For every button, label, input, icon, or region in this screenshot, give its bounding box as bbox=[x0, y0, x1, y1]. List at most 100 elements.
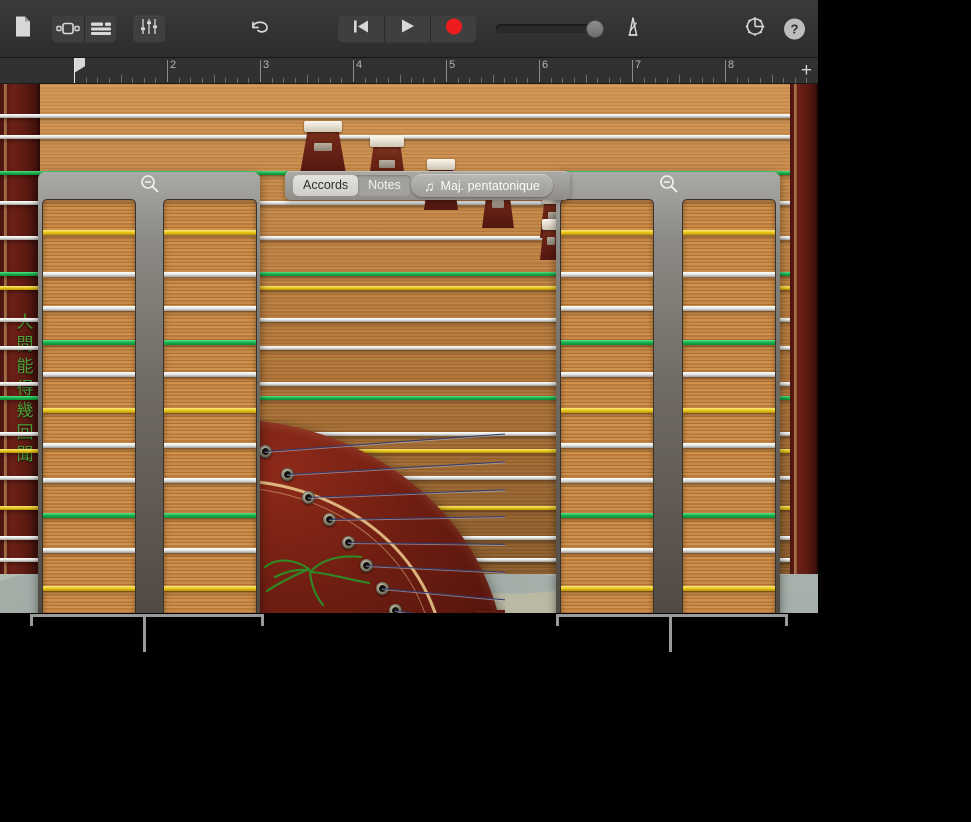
lane-string-3-plain[interactable] bbox=[561, 306, 653, 311]
lane-string-11-scale[interactable] bbox=[164, 586, 256, 591]
annotation-bracket-1 bbox=[30, 614, 264, 654]
segment-accords[interactable]: Accords bbox=[293, 175, 358, 196]
help-glyph: ? bbox=[791, 21, 799, 36]
zither-bridge-1 bbox=[300, 126, 346, 174]
lane-string-5-plain[interactable] bbox=[164, 372, 256, 377]
string-lane-4[interactable] bbox=[682, 199, 776, 613]
help-button[interactable]: ? bbox=[784, 18, 805, 39]
lane-string-3-plain[interactable] bbox=[43, 306, 135, 311]
lane-string-4-root[interactable] bbox=[43, 340, 135, 345]
lane-string-2-plain[interactable] bbox=[683, 272, 775, 277]
lane-string-7-plain[interactable] bbox=[43, 443, 135, 448]
playhead[interactable] bbox=[74, 58, 86, 84]
string-lane-3[interactable] bbox=[560, 199, 654, 613]
lane-string-6-scale[interactable] bbox=[561, 408, 653, 413]
double-eighth-note-icon: ♫ bbox=[424, 178, 435, 194]
mixer-button[interactable] bbox=[133, 15, 165, 42]
lane-string-9-root[interactable] bbox=[164, 513, 256, 518]
playhead-flag bbox=[74, 58, 85, 73]
calligraphy-char: 幾 bbox=[17, 400, 34, 422]
metronome-button[interactable] bbox=[622, 15, 644, 42]
tracks-view-icon[interactable] bbox=[52, 15, 84, 42]
lane-string-9-root[interactable] bbox=[683, 513, 775, 518]
master-volume-slider[interactable] bbox=[496, 20, 604, 38]
lane-string-1-scale[interactable] bbox=[561, 230, 653, 235]
zoom-out-button[interactable] bbox=[556, 172, 780, 199]
string-lane-2[interactable] bbox=[163, 199, 257, 613]
lane-string-5-plain[interactable] bbox=[43, 372, 135, 377]
ruler-bar-2: 2 bbox=[167, 58, 260, 84]
lane-string-10-plain[interactable] bbox=[43, 548, 135, 553]
lane-string-6-scale[interactable] bbox=[164, 408, 256, 413]
side-panel-gold-edge-right bbox=[794, 84, 797, 574]
lane-string-5-plain[interactable] bbox=[683, 372, 775, 377]
instrument-stage: 人間能得幾回聞 bbox=[0, 84, 818, 613]
lane-string-4-root[interactable] bbox=[683, 340, 775, 345]
ruler-bar-1: 1 bbox=[74, 58, 167, 84]
lane-string-7-plain[interactable] bbox=[683, 443, 775, 448]
lane-string-9-root[interactable] bbox=[561, 513, 653, 518]
record-button[interactable] bbox=[430, 15, 476, 42]
lane-string-2-plain[interactable] bbox=[561, 272, 653, 277]
lane-string-8-plain[interactable] bbox=[164, 478, 256, 483]
rewind-button[interactable] bbox=[338, 15, 384, 42]
lane-string-2-plain[interactable] bbox=[43, 272, 135, 277]
app-root: ? 12345678 + bbox=[0, 0, 971, 822]
zither-side-panel-left: 人間能得幾回聞 bbox=[0, 84, 40, 574]
undo-button[interactable] bbox=[249, 17, 271, 40]
lane-string-1-scale[interactable] bbox=[43, 230, 135, 235]
lane-string-1-scale[interactable] bbox=[683, 230, 775, 235]
lane-string-11-scale[interactable] bbox=[683, 586, 775, 591]
lane-string-7-plain[interactable] bbox=[561, 443, 653, 448]
lane-string-9-root[interactable] bbox=[43, 513, 135, 518]
lane-string-8-plain[interactable] bbox=[43, 478, 135, 483]
zither-side-panel-right bbox=[790, 84, 818, 574]
add-track-button[interactable]: + bbox=[801, 61, 812, 80]
side-panel-gold-edge bbox=[4, 84, 7, 574]
calligraphy-char: 人 bbox=[17, 312, 34, 334]
gear-icon bbox=[744, 15, 766, 42]
play-button[interactable] bbox=[384, 15, 430, 42]
bamboo-decoration bbox=[261, 539, 381, 609]
string-lane-1[interactable] bbox=[42, 199, 136, 613]
zoom-out-magnifier-icon bbox=[659, 174, 678, 198]
calligraphy-char: 間 bbox=[17, 334, 34, 356]
lane-string-10-plain[interactable] bbox=[561, 548, 653, 553]
lane-string-1-scale[interactable] bbox=[164, 230, 256, 235]
calligraphy-char: 能 bbox=[17, 356, 34, 378]
zither-string-1-plain[interactable] bbox=[0, 114, 818, 118]
lane-string-3-plain[interactable] bbox=[683, 306, 775, 311]
lane-string-4-root[interactable] bbox=[164, 340, 256, 345]
lane-string-10-plain[interactable] bbox=[683, 548, 775, 553]
lane-string-11-scale[interactable] bbox=[43, 586, 135, 591]
lane-string-8-plain[interactable] bbox=[683, 478, 775, 483]
lane-string-8-plain[interactable] bbox=[561, 478, 653, 483]
segment-notes[interactable]: Notes bbox=[358, 175, 411, 196]
question-mark-icon: ? bbox=[784, 18, 805, 39]
metronome-icon bbox=[622, 15, 644, 42]
scale-selector-button[interactable]: ♫ Maj. pentatonique bbox=[411, 174, 553, 197]
lane-string-5-plain[interactable] bbox=[561, 372, 653, 377]
lane-string-4-root[interactable] bbox=[561, 340, 653, 345]
lane-string-11-scale[interactable] bbox=[561, 586, 653, 591]
volume-knob[interactable] bbox=[586, 20, 604, 38]
lane-string-7-plain[interactable] bbox=[164, 443, 256, 448]
lane-string-6-scale[interactable] bbox=[43, 408, 135, 413]
lane-string-6-scale[interactable] bbox=[683, 408, 775, 413]
timeline-ruler[interactable]: 12345678 + bbox=[0, 58, 818, 84]
zither-head bbox=[255, 419, 505, 613]
record-circle-icon bbox=[445, 17, 463, 40]
zither-string-2-plain[interactable] bbox=[0, 135, 818, 139]
main-toolbar: ? bbox=[0, 0, 818, 58]
lane-string-2-plain[interactable] bbox=[164, 272, 256, 277]
lane-string-3-plain[interactable] bbox=[164, 306, 256, 311]
list-view-icon[interactable] bbox=[84, 15, 116, 42]
my-songs-button[interactable] bbox=[14, 15, 32, 42]
zoom-out-button[interactable] bbox=[38, 172, 260, 199]
scale-label: Maj. pentatonique bbox=[441, 179, 540, 193]
view-toggle-group[interactable] bbox=[52, 15, 116, 42]
lane-string-10-plain[interactable] bbox=[164, 548, 256, 553]
playhead-stem bbox=[74, 58, 75, 84]
song-settings-button[interactable] bbox=[744, 15, 766, 42]
chords-notes-segmented-control[interactable]: AccordsNotes bbox=[293, 175, 411, 196]
